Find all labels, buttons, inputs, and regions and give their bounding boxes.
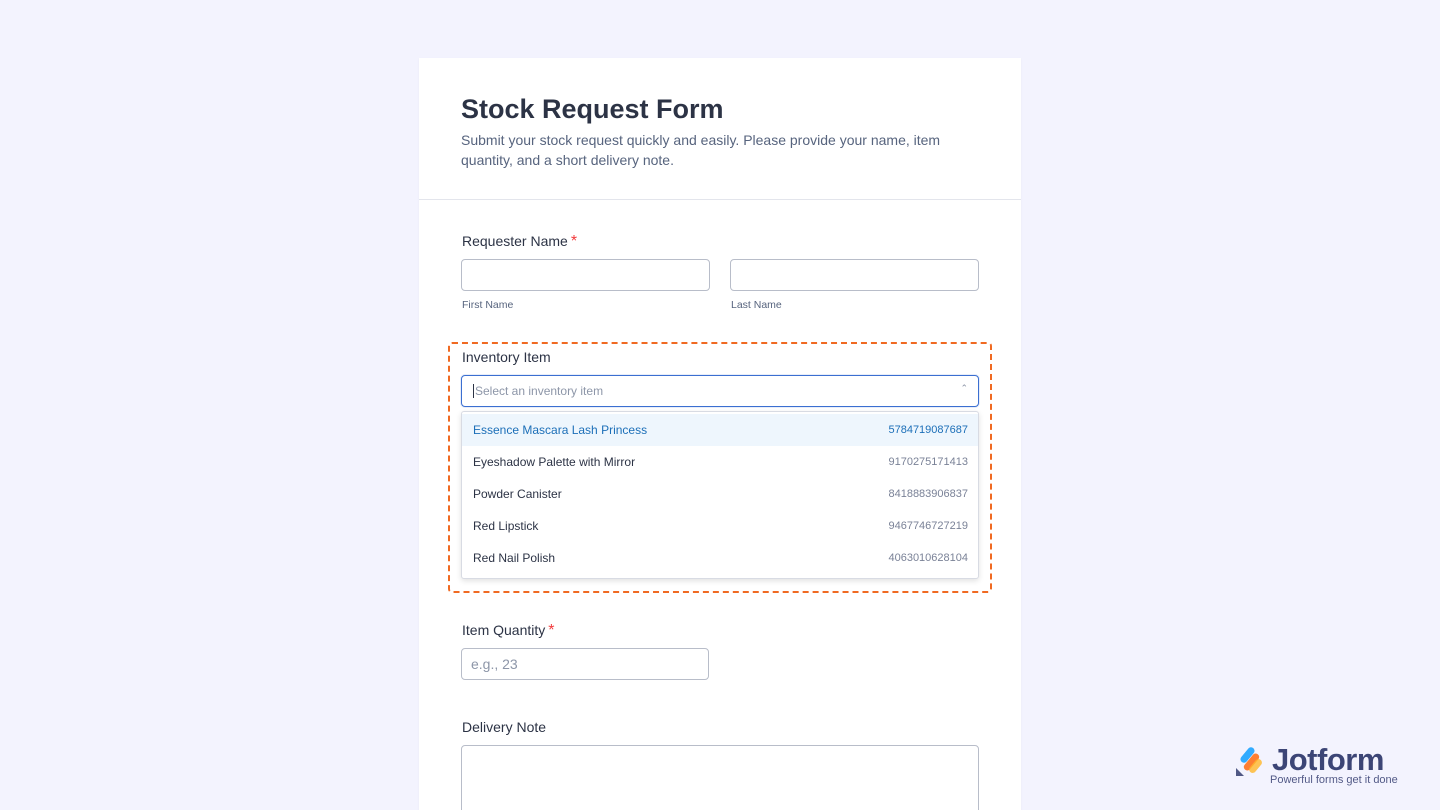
chevron-up-icon[interactable]: ⌃	[960, 383, 968, 394]
option-code: 9170275171413	[888, 456, 968, 468]
option-code: 4063010628104	[888, 552, 968, 564]
form-header: Stock Request Form Submit your stock req…	[419, 58, 1021, 200]
delivery-note-label-text: Delivery Note	[462, 719, 547, 735]
inventory-item-label-text: Inventory Item	[462, 349, 551, 365]
first-name-sublabel: First Name	[462, 299, 514, 311]
last-name-sublabel: Last Name	[731, 299, 782, 311]
dropdown-option[interactable]: Red Nail Polish 4063010628104	[462, 542, 978, 574]
option-name: Eyeshadow Palette with Mirror	[473, 455, 636, 469]
first-name-input[interactable]	[461, 259, 710, 291]
dropdown-option[interactable]: Red Lipstick 9467746727219	[462, 510, 978, 542]
form-subtitle: Submit your stock request quickly and ea…	[461, 132, 941, 168]
required-mark: *	[548, 622, 555, 639]
option-code: 9467746727219	[888, 520, 968, 532]
option-code: 5784719087687	[888, 424, 968, 436]
dropdown-option[interactable]: Powder Canister 8418883906837	[462, 478, 978, 510]
inventory-item-label: Inventory Item	[461, 349, 551, 367]
dropdown-option[interactable]: Eyeshadow Palette with Mirror 9170275171…	[462, 446, 978, 478]
jotform-branding[interactable]: Jotform Powerful forms get it done	[1234, 742, 1414, 788]
inventory-select-placeholder: Select an inventory item	[473, 384, 604, 398]
option-code: 8418883906837	[888, 488, 968, 500]
last-name-input[interactable]	[730, 259, 979, 291]
item-quantity-label-text: Item Quantity	[462, 622, 546, 638]
brand-name: Jotform	[1272, 742, 1384, 777]
item-quantity-input[interactable]	[461, 648, 709, 680]
option-name: Red Nail Polish	[473, 551, 556, 565]
inventory-dropdown-list: Essence Mascara Lash Princess 5784719087…	[461, 411, 979, 579]
option-name: Red Lipstick	[473, 519, 539, 533]
delivery-note-textarea[interactable]	[461, 745, 979, 810]
requester-name-label-text: Requester Name	[462, 233, 568, 249]
page-title: Stock Request Form	[461, 94, 724, 124]
delivery-note-label: Delivery Note	[461, 719, 546, 737]
inventory-select[interactable]: Select an inventory item ⌃	[461, 375, 979, 407]
option-name: Powder Canister	[473, 487, 562, 501]
option-name: Essence Mascara Lash Princess	[473, 423, 648, 437]
form-card: Stock Request Form Submit your stock req…	[419, 58, 1021, 810]
page: Stock Request Form Submit your stock req…	[0, 0, 1440, 810]
item-quantity-label: Item Quantity *	[461, 622, 555, 640]
requester-name-label: Requester Name *	[461, 233, 577, 251]
required-mark: *	[570, 233, 578, 250]
dropdown-option[interactable]: Essence Mascara Lash Princess 5784719087…	[462, 414, 978, 446]
brand-tagline: Powerful forms get it done	[1270, 774, 1398, 786]
jotform-logo-icon	[1236, 747, 1262, 776]
